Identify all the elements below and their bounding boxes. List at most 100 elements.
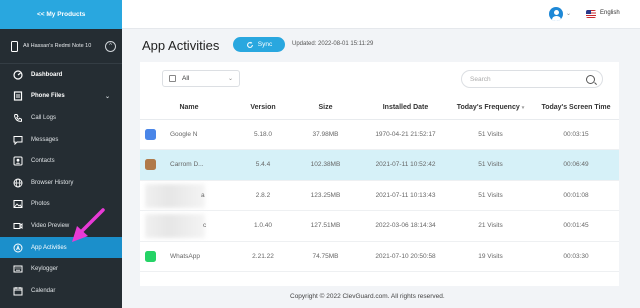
sidebar-item-label: Browser History	[31, 179, 74, 186]
sidebar-item-messages[interactable]: Messages	[0, 129, 122, 151]
message-icon	[13, 135, 23, 145]
app-name-cell: Google N	[140, 119, 238, 150]
sync-label: Sync	[257, 41, 273, 48]
app-name: c	[203, 222, 207, 230]
sidebar-item-label: Video Preview	[31, 222, 70, 229]
language-selector[interactable]: English	[600, 10, 620, 16]
screen-time-cell: 00:01:08	[533, 180, 619, 211]
sidebar-item-dashboard[interactable]: Dashboard	[0, 64, 122, 86]
table-row[interactable]: Carrom D... 5.4.4 102.38MB 2021-07-11 10…	[140, 149, 619, 181]
table-header-row: Name Version Size Installed Date Today's…	[140, 97, 619, 120]
date-cell: 2021-07-11 10:13:43	[363, 180, 448, 211]
chevron-down-icon: ⌄	[227, 76, 233, 82]
frequency-cell: 19 Visits	[448, 241, 533, 272]
column-header-screen-time: Today's Screen Time	[533, 97, 619, 120]
chevron-up-icon[interactable]: ^	[105, 40, 116, 52]
column-header-size: Size	[288, 97, 363, 120]
sidebar-item-video-preview[interactable]: Video Preview	[0, 215, 122, 237]
column-header-installed-date: Installed Date	[363, 97, 448, 120]
sidebar-item-contacts[interactable]: Contacts	[0, 150, 122, 172]
version-cell: 2.21.22	[238, 241, 288, 272]
sidebar-item-label: Dashboard	[31, 71, 63, 78]
search-input[interactable]	[470, 74, 570, 85]
app-icon	[13, 243, 23, 253]
page-title: App Activities	[142, 38, 220, 53]
frequency-cell: 51 Visits	[448, 119, 533, 150]
app-name: Google N	[170, 130, 198, 138]
filter-value: All	[182, 75, 190, 82]
sidebar-item-keylogger[interactable]: Keylogger	[0, 258, 122, 280]
sidebar-item-app-activities[interactable]: App Activities	[0, 236, 122, 259]
phone-icon	[13, 113, 23, 123]
updated-timestamp: Updated: 2022-08-01 15:11:29	[292, 41, 374, 47]
sidebar-item-phone-files[interactable]: Phone Files ⌄	[0, 86, 122, 108]
column-header-frequency-label: Today's Frequency	[456, 104, 520, 112]
column-header-name: Name	[140, 97, 238, 120]
device-selector[interactable]: Ali Hassan's Redmi Note 10 ^	[0, 29, 122, 64]
date-cell: 2022-03-06 18:14:34	[363, 210, 448, 242]
app-name: Carrom D...	[170, 161, 204, 169]
keyboard-icon	[13, 264, 23, 274]
sidebar-item-calendar[interactable]: Calendar	[0, 280, 122, 302]
app-name: WhatsApp	[170, 252, 200, 260]
frequency-cell: 51 Visits	[448, 180, 533, 211]
size-cell: 123.25MB	[288, 180, 363, 211]
footer-copyright: Copyright © 2022 ClevGuard.com. All righ…	[290, 293, 445, 300]
sidebar-item-label: Messages	[31, 136, 59, 143]
chevron-down-icon[interactable]: ⌄	[566, 10, 571, 17]
screen-time-cell: 00:03:30	[533, 241, 619, 272]
app-name-cell: a	[140, 180, 238, 211]
blurred-app-name	[145, 214, 205, 238]
version-cell: 2.8.2	[238, 180, 288, 211]
calendar-icon	[169, 75, 176, 82]
sync-button[interactable]: Sync	[233, 37, 285, 52]
date-cell: 2021-07-10 20:50:58	[363, 241, 448, 272]
frequency-cell: 51 Visits	[448, 149, 533, 181]
date-filter-select[interactable]: All ⌄	[162, 70, 240, 87]
screen-time-cell: 00:06:49	[533, 149, 619, 181]
sidebar-item-photos[interactable]: Photos	[0, 194, 122, 216]
search-box	[461, 70, 603, 88]
app-name-cell: WhatsApp	[140, 241, 238, 272]
sidebar-item-label: Calendar	[31, 287, 56, 294]
sidebar-item-browser-history[interactable]: Browser History	[0, 172, 122, 194]
date-cell: 2021-07-11 10:52:42	[363, 149, 448, 181]
screen-time-cell: 00:01:45	[533, 210, 619, 242]
sidebar: << My Products Ali Hassan's Redmi Note 1…	[0, 0, 122, 308]
carrom-app-icon	[145, 159, 156, 171]
files-icon	[13, 91, 23, 101]
sort-icon[interactable]: ▾	[522, 105, 525, 111]
chevron-down-icon: ⌄	[104, 93, 110, 100]
sidebar-item-label: Photos	[31, 201, 50, 208]
column-header-frequency[interactable]: Today's Frequency ▾	[448, 97, 533, 120]
sidebar-item-call-logs[interactable]: Call Logs	[0, 107, 122, 129]
column-header-version: Version	[238, 97, 288, 120]
frequency-cell: 21 Visits	[448, 210, 533, 242]
version-cell: 1.0.40	[238, 210, 288, 242]
search-icon[interactable]	[586, 75, 595, 84]
blurred-app-name	[145, 183, 205, 208]
table-row[interactable]: WhatsApp 2.21.22 74.75MB 2021-07-10 20:5…	[140, 241, 619, 272]
app-name-cell: c	[140, 210, 238, 242]
sidebar-item-label: Phone Files	[31, 93, 65, 100]
sync-icon	[246, 41, 253, 48]
apps-table: Name Version Size Installed Date Today's…	[140, 97, 619, 272]
contacts-icon	[13, 156, 23, 166]
device-name: Ali Hassan's Redmi Note 10	[23, 42, 92, 49]
my-products-link[interactable]: << My Products	[0, 0, 122, 29]
table-row[interactable]: c 1.0.40 127.51MB 2022-03-06 18:14:34 21…	[140, 210, 619, 242]
video-icon	[13, 221, 23, 231]
app-store-icon	[145, 128, 156, 140]
size-cell: 37.98MB	[288, 119, 363, 150]
date-cell: 1970-04-21 21:52:17	[363, 119, 448, 150]
app-name-cell: Carrom D...	[140, 149, 238, 181]
screen-time-cell: 00:03:15	[533, 119, 619, 150]
size-cell: 127.51MB	[288, 210, 363, 242]
table-row[interactable]: a 2.8.2 123.25MB 2021-07-11 10:13:43 51 …	[140, 180, 619, 211]
user-avatar-icon[interactable]	[549, 7, 563, 21]
version-cell: 5.18.0	[238, 119, 288, 150]
photo-icon	[13, 199, 23, 209]
table-row[interactable]: Google N 5.18.0 37.98MB 1970-04-21 21:52…	[140, 119, 619, 150]
size-cell: 102.38MB	[288, 149, 363, 181]
us-flag-icon	[586, 10, 596, 18]
